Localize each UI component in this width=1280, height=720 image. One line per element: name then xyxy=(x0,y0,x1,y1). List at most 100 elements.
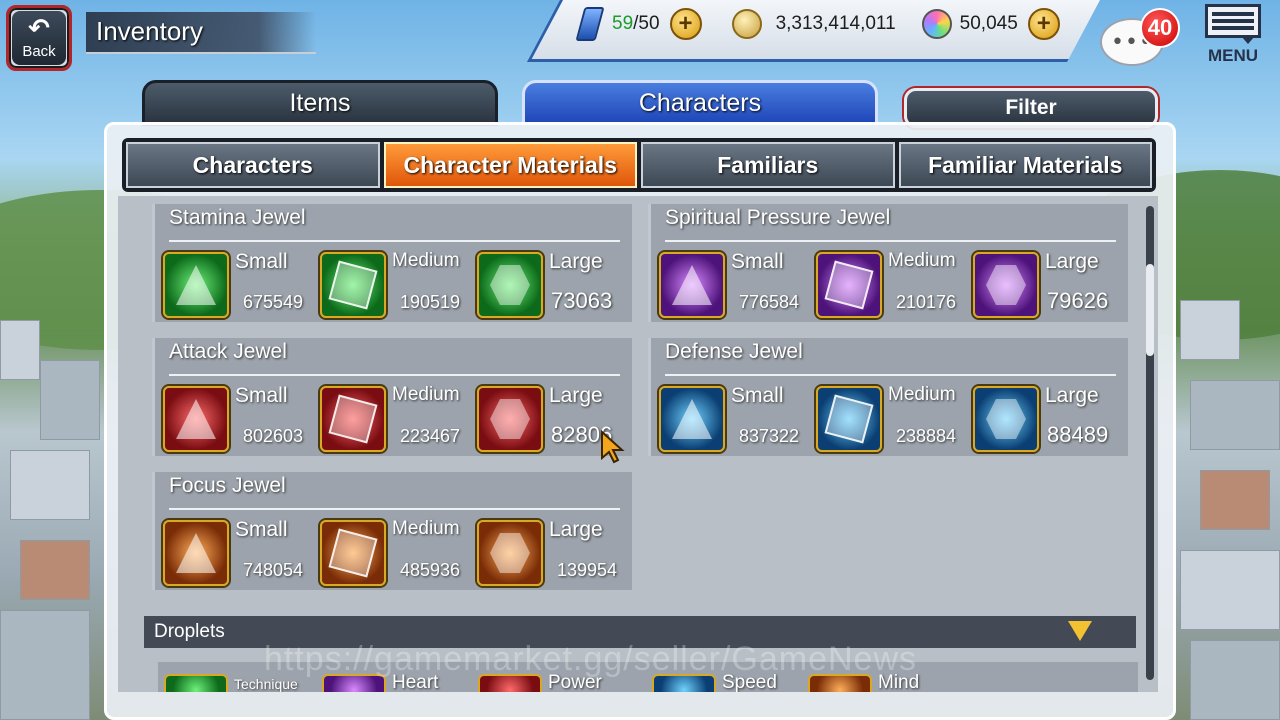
gem-size: Large xyxy=(549,518,603,541)
gem-item[interactable]: Large 73063 xyxy=(477,250,612,318)
subtab-familiar-materials[interactable]: Familiar Materials xyxy=(898,142,1152,188)
page-title: Inventory xyxy=(96,16,203,46)
orb-icon xyxy=(921,9,952,39)
red-gem-small-icon xyxy=(163,386,229,452)
purple-gem-medium-icon xyxy=(816,252,882,318)
green-droplet-icon xyxy=(164,674,228,692)
jewel-group-attack: Attack Jewel Small 802603 Medium 223467 … xyxy=(152,338,632,456)
divider xyxy=(169,240,620,242)
menu-icon xyxy=(1205,4,1261,38)
gem-item[interactable]: Medium 223467 xyxy=(320,384,460,452)
scrollbar[interactable] xyxy=(1146,206,1154,680)
gem-item[interactable]: Medium 485936 xyxy=(320,518,460,586)
tab-items[interactable]: Items xyxy=(142,80,498,126)
blue-gem-large-icon xyxy=(973,386,1039,452)
gem-item[interactable]: Small 748054 xyxy=(163,518,303,586)
group-title: Focus Jewel xyxy=(169,474,286,497)
gem-size: Large xyxy=(1045,250,1099,273)
gem-item[interactable]: Small 675549 xyxy=(163,250,303,318)
gem-size: Large xyxy=(1045,384,1099,407)
gem-size: Medium xyxy=(392,384,460,405)
green-gem-large-icon xyxy=(477,252,543,318)
gem-item[interactable]: Medium 238884 xyxy=(816,384,956,452)
gem-item[interactable]: Large 79626 xyxy=(973,250,1108,318)
gem-count: 73063 xyxy=(551,288,613,313)
menu-button[interactable]: MENU xyxy=(1198,4,1268,70)
coin-count: 3,313,414,011 xyxy=(775,13,896,34)
gem-item[interactable]: Medium 210176 xyxy=(816,250,956,318)
gem-item[interactable]: Large 139954 xyxy=(477,518,617,586)
divider xyxy=(169,508,620,510)
gem-size: Small xyxy=(235,250,288,273)
stamina-max: /50 xyxy=(633,13,660,34)
gem-count: 748054 xyxy=(243,560,304,580)
group-title: Attack Jewel xyxy=(169,340,287,363)
expand-triangle-icon xyxy=(1068,621,1092,641)
green-gem-medium-icon xyxy=(320,252,386,318)
gem-count: 776584 xyxy=(739,292,800,312)
gem-item[interactable]: Small 776584 xyxy=(659,250,799,318)
gem-size: Large xyxy=(549,384,603,407)
chat-button[interactable]: ••• 40 xyxy=(1100,8,1180,70)
gem-count: 837322 xyxy=(739,426,800,446)
stamina-current: 59 xyxy=(612,13,634,34)
group-title: Stamina Jewel xyxy=(169,206,306,229)
jewel-group-defense: Defense Jewel Small 837322 Medium 238884… xyxy=(648,338,1128,456)
gem-size: Small xyxy=(731,384,784,407)
gem-item[interactable]: Small 802603 xyxy=(163,384,303,452)
blue-gem-medium-icon xyxy=(816,386,882,452)
gem-count: 802603 xyxy=(243,426,304,446)
droplets-title: Droplets xyxy=(154,621,225,642)
back-button[interactable]: ↶ Back xyxy=(6,5,72,71)
gem-count: 238884 xyxy=(896,426,957,446)
gem-item[interactable]: Large 88489 xyxy=(973,384,1108,452)
green-gem-small-icon xyxy=(163,252,229,318)
red-gem-large-icon xyxy=(477,386,543,452)
gem-size: Large xyxy=(549,250,603,273)
watermark: https://gamemarket.gg/seller/GameNews xyxy=(264,640,918,678)
gem-size: Medium xyxy=(888,384,956,405)
purple-gem-large-icon xyxy=(973,252,1039,318)
jewel-group-stamina: Stamina Jewel Small 675549 Medium 190519… xyxy=(152,204,632,322)
divider xyxy=(665,374,1116,376)
notification-badge: 40 xyxy=(1140,8,1180,48)
gem-size: Small xyxy=(731,250,784,273)
blue-gem-small-icon xyxy=(659,386,725,452)
menu-caret-icon xyxy=(1241,36,1255,44)
sub-tab-bar: Characters Character Materials Familiars… xyxy=(122,138,1156,192)
resource-row: 59 /50 + 3,313,414,011 50,045 + xyxy=(575,6,1070,42)
red-gem-medium-icon xyxy=(320,386,386,452)
subtab-character-materials[interactable]: Character Materials xyxy=(383,142,637,188)
gem-count: 485936 xyxy=(400,560,461,580)
gem-size: Small xyxy=(235,518,288,541)
gem-size: Medium xyxy=(888,250,956,271)
gem-item[interactable]: Medium 190519 xyxy=(320,250,460,318)
gem-count: 139954 xyxy=(557,560,618,580)
gem-count: 88489 xyxy=(1047,422,1109,447)
divider xyxy=(665,240,1116,242)
orb-count: 50,045 xyxy=(959,13,1018,34)
back-label: Back xyxy=(22,42,56,60)
back-button-face: ↶ Back xyxy=(12,11,66,65)
add-stamina-button[interactable]: + xyxy=(669,8,702,40)
tab-characters[interactable]: Characters xyxy=(522,80,878,126)
orange-gem-medium-icon xyxy=(320,520,386,586)
purple-gem-small-icon xyxy=(659,252,725,318)
menu-label: MENU xyxy=(1207,46,1259,65)
orange-gem-small-icon xyxy=(163,520,229,586)
subtab-characters[interactable]: Characters xyxy=(126,142,380,188)
add-orbs-button[interactable]: + xyxy=(1027,8,1060,40)
subtab-familiars[interactable]: Familiars xyxy=(641,142,895,188)
scrollbar-thumb[interactable] xyxy=(1146,264,1154,356)
gem-count: 210176 xyxy=(896,292,957,312)
gem-item[interactable]: Small 837322 xyxy=(659,384,799,452)
gem-size: Medium xyxy=(392,250,460,271)
coin-icon xyxy=(731,9,762,39)
orange-gem-large-icon xyxy=(477,520,543,586)
jewel-group-focus: Focus Jewel Small 748054 Medium 485936 L… xyxy=(152,472,632,590)
materials-list[interactable]: Stamina Jewel Small 675549 Medium 190519… xyxy=(118,196,1158,692)
back-arrow-icon: ↶ xyxy=(28,13,50,44)
group-title: Spiritual Pressure Jewel xyxy=(665,206,891,229)
gem-item[interactable]: Large 82806 xyxy=(477,384,612,452)
top-left-bar: ↶ Back Inventory xyxy=(0,0,330,71)
